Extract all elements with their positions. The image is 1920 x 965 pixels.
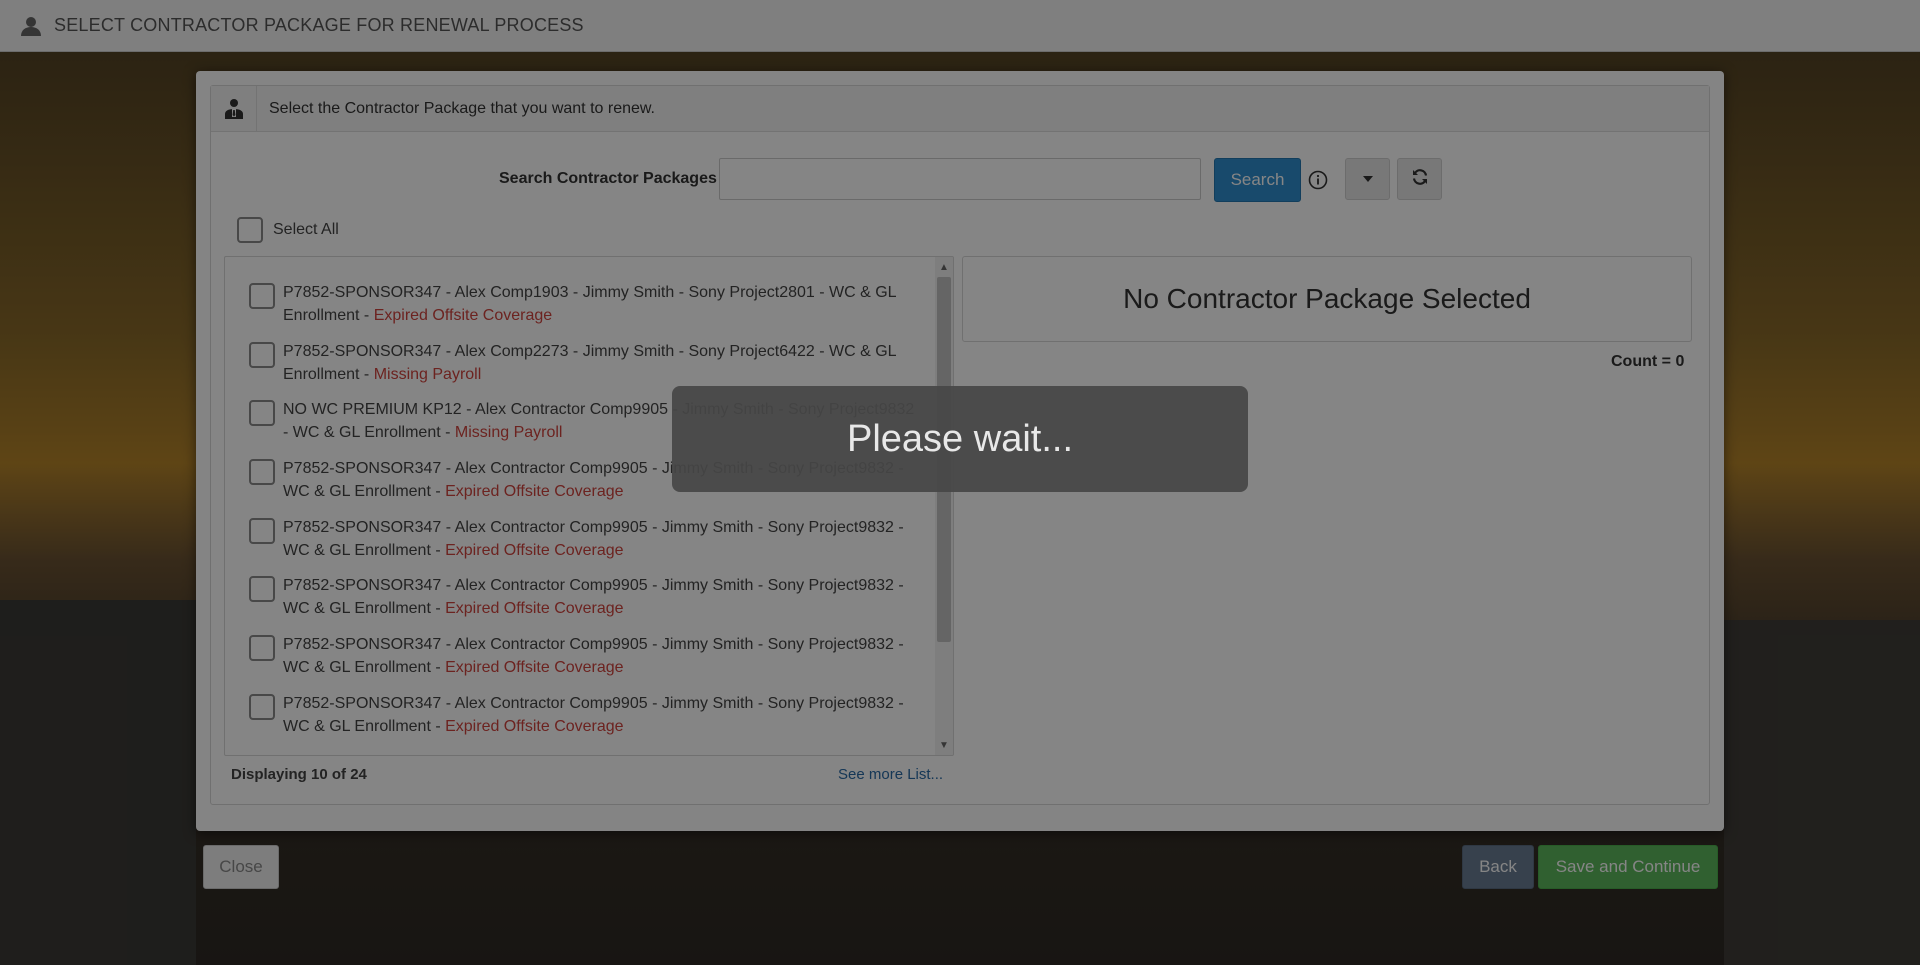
loading-message: Please wait... (672, 386, 1248, 492)
loading-overlay: Please wait... (0, 0, 1920, 965)
